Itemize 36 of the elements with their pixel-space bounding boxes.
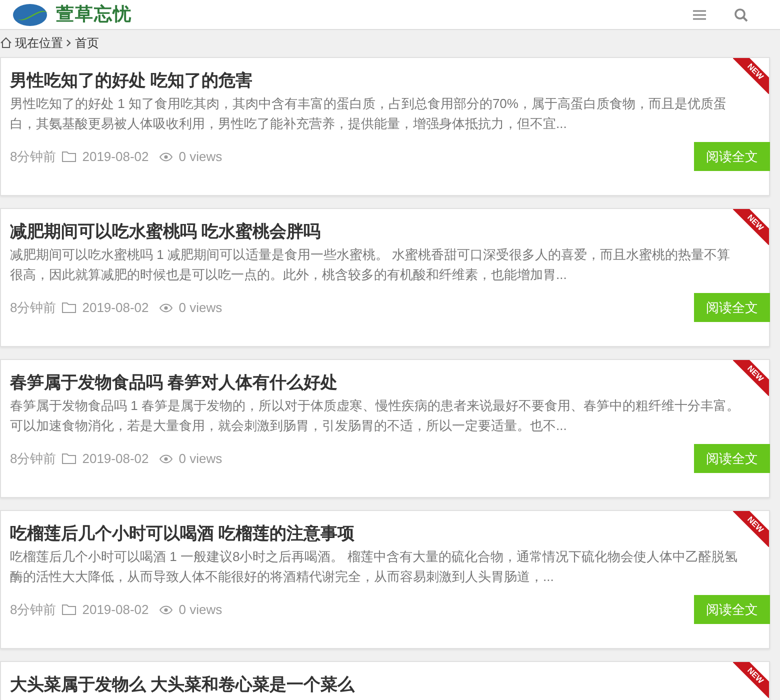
search-icon[interactable] [734, 8, 748, 22]
post-title[interactable]: 吃榴莲后几个小时可以喝酒 吃榴莲的注意事项 [10, 523, 355, 545]
post-time: 8分钟前 [10, 148, 56, 166]
post-views: 0 views [178, 148, 222, 166]
breadcrumb-link[interactable]: 首页 [75, 34, 99, 52]
post-date: 2019-08-02 [82, 450, 149, 468]
post-date: 2019-08-02 [82, 148, 149, 166]
home-icon [0, 37, 12, 48]
post-excerpt: 减肥期间可以吃水蜜桃吗 1 减肥期间可以适量是食用一些水蜜桃。 水蜜桃香甜可口深受很多人的喜爱，而且水蜜桃的热量不算很高，因此就算减肥的时候也是可以吃一点的。此外，桃含较多的有机酸和纤维素，也能增加胃... [10, 246, 732, 284]
folder-icon [62, 453, 76, 464]
menu-icon[interactable] [693, 10, 706, 20]
folder-icon [62, 302, 76, 313]
eye-icon [158, 604, 173, 614]
post-time: 8分钟前 [10, 450, 56, 468]
folder-icon [62, 604, 76, 615]
post-title[interactable]: 大头菜属于发物么 大头菜和卷心菜是一个菜么 [10, 674, 355, 696]
post-views: 0 views [178, 298, 222, 317]
post-title[interactable]: 减肥期间可以吃水蜜桃吗 吃水蜜桃会胖吗 [10, 221, 321, 243]
post-excerpt: 男性吃知了的好处 1 知了食用吃其肉，其肉中含有丰富的蛋白质，占到总食用部分的70%，属于高蛋白质食物，而且是优质蛋白，其氨基酸更易被人体吸收利用，男性吃了能补充营养，提供能量，增强身体抵抗力，但不宜... [10, 95, 728, 133]
eye-icon [158, 454, 173, 464]
post-time: 8分钟前 [10, 600, 56, 619]
post-date: 2019-08-02 [82, 298, 149, 317]
post-title[interactable]: 男性吃知了的好处 吃知了的危害 [10, 70, 253, 92]
chevron-right-icon [66, 38, 72, 46]
post-date: 2019-08-02 [82, 600, 149, 619]
eye-icon [158, 152, 173, 162]
post-excerpt: 春笋属于发物食品吗 1 春笋是属于发物的，所以对于体质虚寒、慢性疾病的患者来说最好不要食用、春笋中的粗纤维十分丰富。可以加速食物消化，若是大量食用，就会刺激到肠胃，引发肠胃的不适，所以一定要适量。也不... [10, 397, 740, 435]
post-views: 0 views [178, 600, 222, 619]
post-excerpt: 吃榴莲后几个小时可以喝酒 1 一般建议8小时之后再喝酒。 榴莲中含有大量的硫化合物，通常情况下硫化物会使人体中乙醛脱氢酶的活性大大降低，从而导致人体不能很好的将酒精代谢完全，从而容易刺激到人头胃肠道，... [10, 548, 738, 586]
site-logo-text: 萱草忘忧 [56, 3, 132, 26]
post-time: 8分钟前 [10, 298, 56, 317]
breadcrumb-link[interactable]: 现在位置 [15, 34, 63, 52]
folder-icon [62, 151, 76, 162]
post-title[interactable]: 春笋属于发物食品吗 春笋对人体有什么好处 [10, 372, 338, 394]
post-views: 0 views [178, 450, 222, 468]
eye-icon [158, 302, 173, 312]
